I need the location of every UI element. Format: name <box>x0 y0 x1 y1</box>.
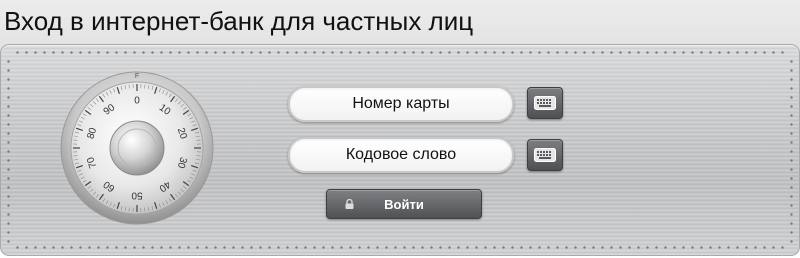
card-number-label: Номер карты <box>352 95 450 112</box>
card-number-field[interactable]: Номер карты <box>288 86 514 122</box>
card-number-keyboard-button[interactable] <box>527 87 563 119</box>
top-rivet-row <box>13 51 787 54</box>
bottom-rivet-row <box>13 246 787 249</box>
virtual-keyboard-icon <box>534 148 556 162</box>
left-rivet-column <box>7 57 10 243</box>
dial-marker-label: F <box>135 73 139 80</box>
login-button[interactable]: Войти <box>326 189 482 219</box>
login-button-label: Войти <box>384 196 424 212</box>
code-word-field[interactable]: Кодовое слово <box>288 137 514 173</box>
dial-number: 0 <box>134 96 140 107</box>
code-word-keyboard-button[interactable] <box>527 139 563 171</box>
page-title: Вход в интернет-банк для частных лиц <box>4 6 474 36</box>
virtual-keyboard-icon <box>534 96 556 110</box>
right-rivet-column <box>790 57 793 243</box>
code-word-label: Кодовое слово <box>345 146 457 163</box>
safe-dial-icon: 0 10 20 30 40 50 60 70 80 90 F <box>58 68 216 226</box>
dial-number: 50 <box>131 190 143 201</box>
lock-icon <box>345 199 354 209</box>
